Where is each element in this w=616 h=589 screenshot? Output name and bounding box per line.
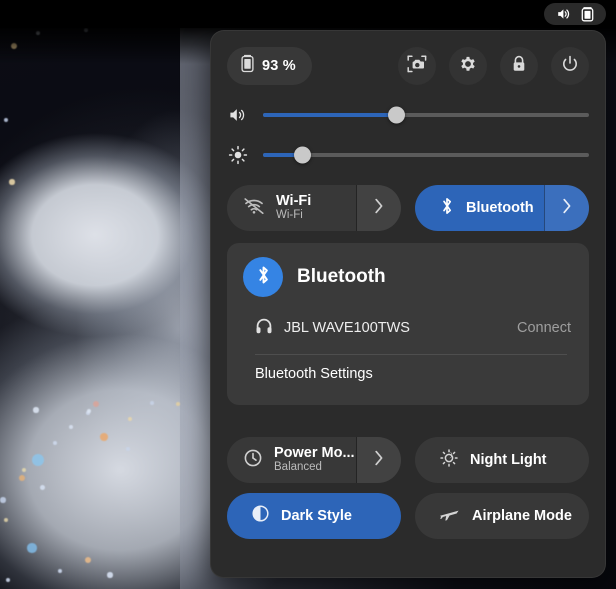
dark-style-tile-title: Dark Style (281, 508, 352, 524)
top-bar (0, 0, 616, 28)
dark-style-icon (251, 504, 270, 528)
power-button[interactable] (551, 47, 589, 85)
bokeh-light (150, 401, 154, 405)
screenshot-icon (406, 54, 428, 79)
bluetooth-device-row[interactable]: JBL WAVE100TWS Connect (243, 309, 573, 347)
tile-row-connectivity: Wi-Fi Wi-Fi Bluetooth (227, 185, 589, 231)
bokeh-light (33, 407, 39, 413)
system-indicators-button[interactable] (544, 3, 606, 25)
bluetooth-tile-expand-button[interactable] (544, 185, 589, 231)
airplane-mode-tile-main[interactable]: Airplane Mode (415, 493, 589, 539)
bokeh-light (128, 417, 132, 421)
headphones-icon (255, 317, 273, 340)
screenshot-button[interactable] (398, 47, 436, 85)
bluetooth-expanded-panel: Bluetooth JBL WAVE100TWS Connect Bluetoo… (227, 243, 589, 405)
battery-status-button[interactable]: 93 % (227, 47, 312, 85)
brightness-slider-handle[interactable] (293, 146, 311, 164)
wifi-tile-main[interactable]: Wi-Fi Wi-Fi (227, 185, 356, 231)
chevron-right-icon (373, 197, 385, 220)
wifi-tile-subtitle: Wi-Fi (276, 209, 303, 222)
battery-percentage-label: 93 % (262, 58, 296, 74)
bokeh-light (19, 475, 25, 481)
speaker-icon (227, 106, 249, 124)
dark-style-tile-main[interactable]: Dark Style (227, 493, 401, 539)
bokeh-light (92, 400, 100, 408)
bluetooth-tile-title: Bluetooth (466, 200, 534, 216)
bokeh-light (3, 517, 9, 523)
brightness-icon (227, 145, 249, 165)
volume-slider[interactable] (227, 95, 589, 135)
power-icon (560, 54, 580, 79)
battery-indicator-icon (580, 6, 595, 22)
volume-indicator-icon (555, 6, 571, 22)
quick-settings-actions (398, 47, 589, 85)
power-mode-tile-expand-button[interactable] (356, 437, 401, 483)
panel-spacer (227, 405, 589, 427)
bokeh-light (57, 568, 63, 574)
wifi-tile[interactable]: Wi-Fi Wi-Fi (227, 185, 401, 231)
bluetooth-tile-main[interactable]: Bluetooth (415, 185, 544, 231)
dark-style-tile[interactable]: Dark Style (227, 493, 401, 539)
wifi-disabled-icon (243, 197, 265, 220)
lock-icon (510, 54, 528, 79)
airplane-mode-tile-title: Airplane Mode (472, 508, 572, 524)
night-light-icon (439, 448, 459, 473)
lock-button[interactable] (500, 47, 538, 85)
chevron-right-icon (373, 449, 385, 472)
bokeh-light (68, 424, 74, 430)
bluetooth-icon (439, 196, 455, 221)
bluetooth-panel-badge (243, 257, 283, 297)
gear-icon (458, 54, 478, 79)
bokeh-light (9, 179, 15, 185)
brightness-slider-track[interactable] (263, 146, 589, 164)
night-light-tile-title: Night Light (470, 452, 547, 468)
bokeh-light (21, 467, 27, 473)
volume-slider-handle[interactable] (388, 106, 406, 124)
battery-icon (240, 54, 255, 78)
night-light-tile-main[interactable]: Night Light (415, 437, 589, 483)
brightness-slider[interactable] (227, 135, 589, 175)
bluetooth-panel-header: Bluetooth (243, 257, 573, 297)
bokeh-light (52, 440, 58, 446)
tile-row-style-airplane: Dark Style Airplane Mode (227, 493, 589, 539)
bokeh-light (4, 118, 8, 122)
power-mode-icon (243, 448, 263, 473)
tile-row-power-night: Power Mo... Balanced Night Light (227, 437, 589, 483)
settings-button[interactable] (449, 47, 487, 85)
power-mode-tile-title: Power Mo... (274, 444, 355, 461)
bokeh-light (126, 447, 130, 451)
volume-slider-track[interactable] (263, 106, 589, 124)
wifi-tile-expand-button[interactable] (356, 185, 401, 231)
bluetooth-settings-button[interactable]: Bluetooth Settings (243, 355, 573, 393)
bokeh-light (5, 577, 11, 583)
wifi-tile-title: Wi-Fi (276, 192, 312, 209)
bokeh-light (32, 454, 44, 466)
desktop-screen: 93 % Wi-Fi Wi-Fi Bluetooth Bluetooth JBL… (0, 0, 616, 589)
bokeh-light (107, 572, 113, 578)
power-mode-tile[interactable]: Power Mo... Balanced (227, 437, 401, 483)
power-mode-tile-subtitle: Balanced (274, 461, 322, 474)
bluetooth-panel-title: Bluetooth (297, 266, 386, 287)
bokeh-light (86, 408, 92, 414)
airplane-icon (439, 504, 461, 529)
night-light-tile[interactable]: Night Light (415, 437, 589, 483)
bluetooth-device-name: JBL WAVE100TWS (284, 320, 410, 336)
bokeh-light (39, 484, 45, 490)
bluetooth-icon (255, 264, 272, 291)
bokeh-light (84, 556, 92, 564)
chevron-right-icon (561, 197, 573, 220)
bluetooth-device-connect-button[interactable]: Connect (517, 320, 573, 336)
power-mode-tile-main[interactable]: Power Mo... Balanced (227, 437, 356, 483)
bokeh-light (100, 433, 108, 441)
quick-settings-panel: 93 % Wi-Fi Wi-Fi Bluetooth Bluetooth JBL… (210, 30, 606, 578)
volume-slider-fill (263, 113, 397, 117)
power-mode-tile-texts: Power Mo... Balanced (274, 445, 355, 475)
bluetooth-tile[interactable]: Bluetooth (415, 185, 589, 231)
bokeh-light (0, 497, 6, 503)
bokeh-light (27, 543, 37, 553)
quick-settings-header: 93 % (227, 45, 589, 87)
airplane-mode-tile[interactable]: Airplane Mode (415, 493, 589, 539)
wifi-tile-texts: Wi-Fi Wi-Fi (276, 193, 311, 223)
